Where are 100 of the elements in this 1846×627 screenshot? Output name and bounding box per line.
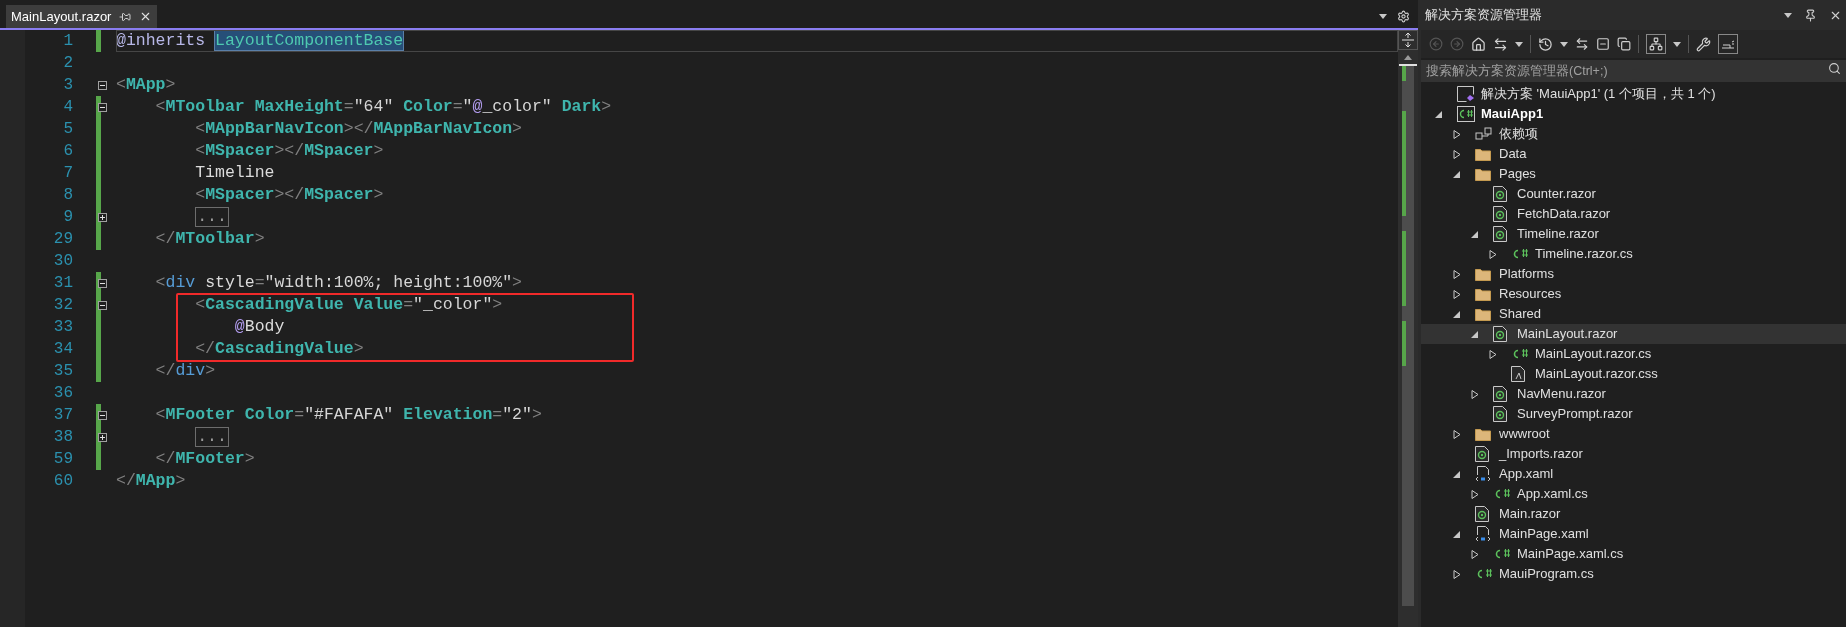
tree-item[interactable]: Pages [1421, 164, 1846, 184]
collapsed-arrow-icon[interactable] [1471, 489, 1479, 499]
tree-item[interactable]: Resources [1421, 284, 1846, 304]
tree-item[interactable]: _Imports.razor [1421, 444, 1846, 464]
tree-item[interactable]: FetchData.razor [1421, 204, 1846, 224]
tree-item[interactable]: NavMenu.razor [1421, 384, 1846, 404]
tree-item[interactable]: MainPage.xaml.cs [1421, 544, 1846, 564]
expand-icon[interactable] [98, 432, 107, 442]
collapsed-region[interactable]: ... [195, 427, 229, 447]
line-number: 2 [63, 54, 73, 72]
expanded-arrow-icon[interactable] [1453, 469, 1461, 479]
collapsed-arrow-icon[interactable] [1453, 429, 1461, 439]
split-editor-button[interactable] [1398, 30, 1418, 50]
dropdown-caret-icon[interactable] [1784, 12, 1792, 18]
solution-icon [1457, 86, 1475, 102]
collapse-icon[interactable] [98, 410, 107, 420]
expanded-arrow-icon[interactable] [1471, 229, 1479, 239]
switch-views-icon[interactable] [1493, 36, 1508, 52]
expanded-arrow-icon[interactable] [1471, 329, 1479, 339]
line-number: 9 [63, 208, 73, 226]
tree-item[interactable]: MauiApp1 [1421, 104, 1846, 124]
item-label: MainPage.xaml [1499, 525, 1589, 544]
razor-file-icon [1475, 446, 1489, 462]
item-label: _Imports.razor [1499, 445, 1583, 464]
line-number: 32 [53, 296, 73, 314]
tree-item[interactable]: MauiProgram.cs [1421, 564, 1846, 584]
expanded-arrow-icon[interactable] [1453, 169, 1461, 179]
collapsed-arrow-icon[interactable] [1471, 389, 1479, 399]
search-icon[interactable] [1828, 62, 1841, 75]
collapse-icon[interactable] [98, 300, 107, 310]
pin-icon[interactable] [1804, 8, 1817, 22]
collapse-icon[interactable] [98, 278, 107, 288]
dropdown-caret-icon[interactable] [1379, 14, 1387, 19]
expanded-arrow-icon[interactable] [1435, 109, 1443, 119]
tree-item[interactable]: MainLayout.razor.cs [1421, 344, 1846, 364]
tree-item[interactable]: MainLayout.razor [1421, 324, 1846, 344]
tree-view-button[interactable] [1646, 34, 1666, 54]
tree-item[interactable]: Main.razor [1421, 504, 1846, 524]
panel-title: 解决方案资源管理器 [1425, 6, 1542, 24]
xaml-file-icon [1475, 526, 1491, 542]
code-line: Timeline [195, 161, 275, 184]
dropdown-caret-icon[interactable] [1515, 41, 1523, 47]
line-number: 33 [53, 318, 73, 336]
home-icon[interactable] [1471, 36, 1486, 52]
dropdown-caret-icon[interactable] [1560, 41, 1568, 47]
wrench-icon[interactable] [1696, 36, 1711, 52]
line-number: 34 [53, 340, 73, 358]
line-number: 35 [53, 362, 73, 380]
collapse-icon[interactable] [98, 80, 107, 90]
code-line: <MToolbar MaxHeight="64" Color="@_color" Dark> [155, 95, 612, 118]
collapse-all-icon[interactable] [1596, 37, 1610, 51]
settings-icon[interactable] [1397, 10, 1410, 23]
item-label: App.xaml.cs [1517, 485, 1588, 504]
item-label: Data [1499, 145, 1527, 164]
collapsed-arrow-icon[interactable] [1489, 349, 1497, 359]
collapsed-arrow-icon[interactable] [1453, 569, 1461, 579]
dropdown-caret-icon[interactable] [1673, 41, 1681, 47]
editor-tab[interactable]: MainLayout.razor [6, 5, 158, 28]
sync-icon[interactable] [1575, 37, 1589, 51]
search-field[interactable]: 搜索解决方案资源管理器(Ctrl+;) [1421, 60, 1846, 82]
tree-item[interactable]: Shared [1421, 304, 1846, 324]
tree-item[interactable]: Timeline.razor [1421, 224, 1846, 244]
code-line: <CascadingValue Value="_color"> [195, 293, 503, 316]
expand-icon[interactable] [98, 212, 107, 222]
folder-icon [1475, 307, 1491, 321]
collapsed-region[interactable]: ... [195, 207, 229, 227]
collapsed-arrow-icon[interactable] [1453, 269, 1461, 279]
tree-item[interactable]: MainLayout.razor.css [1421, 364, 1846, 384]
collapsed-arrow-icon[interactable] [1453, 289, 1461, 299]
tree-item[interactable]: App.xaml [1421, 464, 1846, 484]
item-label: Main.razor [1499, 505, 1561, 524]
tree-item[interactable]: 解决方案 'MauiApp1' (1 个项目，共 1 个) [1421, 84, 1846, 104]
copy-icon[interactable] [1617, 37, 1631, 51]
tree-item[interactable]: wwwroot [1421, 424, 1846, 444]
line-number: 4 [63, 98, 73, 116]
collapsed-arrow-icon[interactable] [1453, 129, 1461, 139]
expanded-arrow-icon[interactable] [1453, 529, 1461, 539]
code-line: <MApp> [116, 73, 176, 96]
line-number: 30 [53, 252, 73, 270]
pin-icon[interactable] [119, 10, 132, 23]
code-line: <div style="width:100%; height:100%"> [155, 271, 522, 294]
tree-item[interactable]: SurveyPrompt.razor [1421, 404, 1846, 424]
collapsed-arrow-icon[interactable] [1471, 549, 1479, 559]
tree-item[interactable]: 依赖项 [1421, 124, 1846, 144]
tree-item[interactable]: App.xaml.cs [1421, 484, 1846, 504]
tree-item[interactable]: Platforms [1421, 264, 1846, 284]
collapsed-arrow-icon[interactable] [1489, 249, 1497, 259]
tree-item[interactable]: Timeline.razor.cs [1421, 244, 1846, 264]
scrollbar-thumb[interactable] [1402, 66, 1414, 606]
tree-item[interactable]: MainPage.xaml [1421, 524, 1846, 544]
tree-item[interactable]: Counter.razor [1421, 184, 1846, 204]
preview-button[interactable] [1718, 34, 1738, 54]
history-icon[interactable] [1538, 36, 1553, 52]
tree-item[interactable]: Data [1421, 144, 1846, 164]
collapse-icon[interactable] [98, 102, 107, 112]
item-label: App.xaml [1499, 465, 1554, 484]
collapsed-arrow-icon[interactable] [1453, 149, 1461, 159]
expanded-arrow-icon[interactable] [1453, 309, 1461, 319]
folder-icon [1475, 267, 1491, 281]
code-line: </MFooter> [155, 447, 255, 470]
